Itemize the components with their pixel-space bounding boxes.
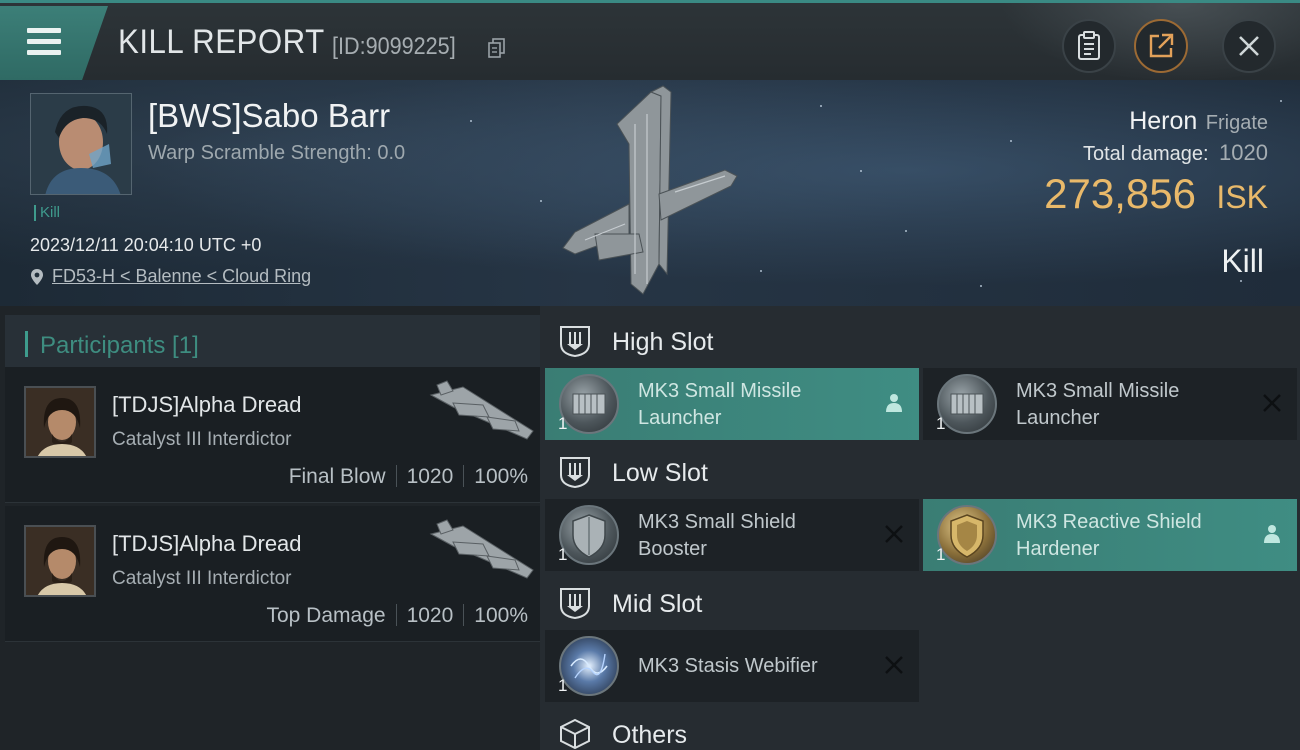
victim-panel: [BWS]Sabo Barr Warp Scramble Strength: 0… [0,80,1300,306]
participant-ship-image [429,380,534,440]
participant-percent: 100% [474,604,528,627]
participant-ship: Catalyst III Interdictor [112,429,292,450]
participant-stats: Final Blow 1020 100% [289,465,528,489]
copy-icon[interactable] [488,38,506,58]
module-name-line1: MK3 Small Missile [638,380,802,402]
share-button[interactable] [1134,19,1188,73]
participant-ship: Catalyst III Interdictor [112,568,292,589]
module-name-line2: Booster [638,538,707,560]
shield-hardener-icon [937,505,997,565]
participant-damage: 1020 [406,604,454,627]
shield-booster-icon [559,505,619,565]
missile-launcher-icon [937,374,997,434]
total-damage-label: Total damage: [1082,143,1209,165]
high-slot-title: High Slot [612,328,714,356]
high-slot-header: High Slot [540,316,1300,366]
module-name-line1: MK3 Small Missile [1016,380,1180,402]
module-name: MK3 Reactive Shield Hardener [1016,509,1256,563]
participants-title: Participants [1] [40,332,199,359]
location-pin-icon [31,268,43,285]
isk-value: 273,856 [1044,170,1196,217]
ship-info: Heron Frigate [1129,107,1268,136]
ship-render-image [562,85,738,295]
stasis-webifier-icon [559,636,619,696]
participant-role: Top Damage [266,604,386,627]
share-icon [1149,33,1174,58]
item-destroyed-x-icon [885,525,903,543]
module-quantity: 1 [936,414,946,433]
module-item[interactable]: 1 MK3 Small Shield Booster [545,499,919,571]
module-quantity: 1 [558,414,568,433]
module-name-line1: MK3 Reactive Shield [1016,511,1202,533]
module-name-line2: Launcher [1016,407,1100,429]
low-slot-header: Low Slot [540,447,1300,497]
item-destroyed-x-icon [885,656,903,674]
module-quantity: 1 [558,676,568,695]
module-quantity: 1 [936,545,946,564]
others-title: Others [612,721,688,749]
close-button[interactable] [1222,19,1276,73]
participants-panel: Participants [1] [TDJS]Alpha Dread Catal… [0,306,540,750]
item-dropped-person-icon [886,394,902,412]
participant-avatar[interactable] [24,386,96,458]
participant-name[interactable]: [TDJS]Alpha Dread [112,392,302,418]
total-damage-value: 1020 [1219,140,1268,165]
top-bar: KILL REPORT [ID:9099225] [0,0,1300,83]
participant-stats: Top Damage 1020 100% [266,604,528,628]
participant-avatar[interactable] [24,525,96,597]
module-name-line1: MK3 Stasis Webifier [638,655,818,677]
isk-value-row: 273,856 ISK [1044,170,1268,218]
item-destroyed-x-icon [1263,394,1281,412]
mid-slot-header: Mid Slot [540,578,1300,628]
cube-icon [560,718,590,750]
kill-timestamp: 2023/12/11 20:04:10 UTC +0 [30,235,262,255]
kill-location[interactable]: FD53-H < Balenne < Cloud Ring [30,266,311,287]
module-name-line1: MK3 Small Shield [638,511,796,533]
participant-damage: 1020 [406,465,454,488]
participant-percent: 100% [474,465,528,488]
module-item[interactable]: 1 MK3 Stasis Webifier [545,630,919,702]
module-name: MK3 Small Missile Launcher [638,378,878,432]
warp-scramble-strength: Warp Scramble Strength: 0.0 [148,142,406,164]
module-name: MK3 Stasis Webifier [638,653,878,680]
page-title: KILL REPORT [118,23,325,61]
low-slot-icon [560,457,590,489]
participant-ship-image [429,519,534,579]
kill-tag: Kill [34,205,60,221]
item-dropped-person-icon [1264,525,1280,543]
module-item[interactable]: 1 MK3 Reactive Shield Hardener [923,499,1297,571]
module-quantity: 1 [558,545,568,564]
clipboard-icon [1078,31,1100,60]
module-item[interactable]: 1 MK3 Small Missile Launcher [545,368,919,440]
ship-name[interactable]: Heron [1129,107,1197,135]
participant-row[interactable]: [TDJS]Alpha Dread Catalyst III Interdict… [5,506,540,642]
ship-class: Frigate [1205,112,1268,134]
module-item[interactable]: 1 MK3 Small Missile Launcher [923,368,1297,440]
clipboard-button[interactable] [1062,19,1116,73]
missile-launcher-icon [559,374,619,434]
total-damage: Total damage: 1020 [1083,140,1268,166]
mid-slot-icon [560,588,590,620]
victim-avatar[interactable] [30,93,132,195]
menu-button[interactable] [0,6,108,80]
location-link[interactable]: FD53-H < Balenne < Cloud Ring [52,266,311,287]
mid-slot-title: Mid Slot [612,590,703,618]
others-header: Others [540,709,1300,750]
fittings-panel: High Slot 1 MK3 Small Missile Launcher 1… [540,306,1300,750]
isk-unit: ISK [1216,179,1268,215]
module-name: MK3 Small Shield Booster [638,509,878,563]
participant-role: Final Blow [288,465,386,488]
low-slot-title: Low Slot [612,459,708,487]
high-slot-icon [560,326,590,358]
victim-name[interactable]: [BWS]Sabo Barr [148,97,390,135]
kill-result: Kill [1221,243,1264,279]
module-name: MK3 Small Missile Launcher [1016,378,1256,432]
participant-row[interactable]: [TDJS]Alpha Dread Catalyst III Interdict… [5,367,540,503]
close-icon [1239,36,1259,56]
module-name-line2: Launcher [638,407,722,429]
participant-name[interactable]: [TDJS]Alpha Dread [112,531,302,557]
participants-header: Participants [1] [5,315,540,371]
module-name-line2: Hardener [1016,538,1100,560]
report-id: [ID:9099225] [332,33,456,60]
